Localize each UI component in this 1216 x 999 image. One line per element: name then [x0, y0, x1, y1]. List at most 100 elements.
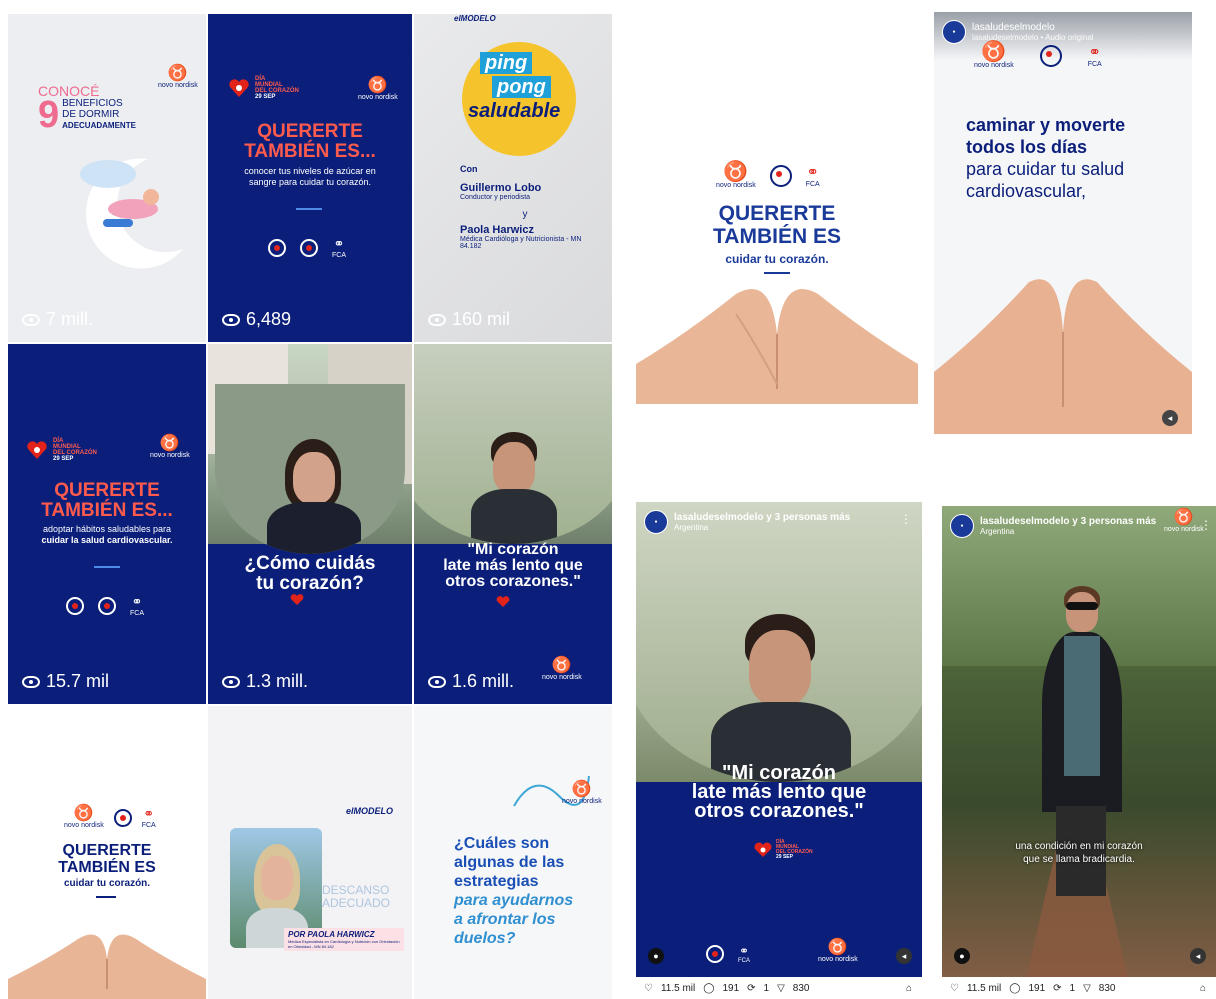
- story-location[interactable]: Argentina: [980, 527, 1156, 536]
- subtitle: adoptar hábitos saludables para cuidar l…: [41, 524, 173, 545]
- share-icon[interactable]: ▽: [777, 983, 785, 994]
- heading-number: 9: [38, 94, 60, 136]
- dia-mundial-badge: DÍA MUNDIAL DEL CORAZÓN 29 SEP: [26, 438, 97, 462]
- eye-icon: [428, 675, 446, 688]
- partner-logo-icon: [113, 808, 132, 827]
- view-count: 15.7 mil: [22, 671, 109, 692]
- quote: "Mi corazón late más lento que otros coraz…: [443, 541, 583, 590]
- comment-icon[interactable]: ◯: [1009, 983, 1020, 994]
- heart-icon: [290, 594, 304, 605]
- save-icon[interactable]: ⌂: [1200, 983, 1206, 994]
- view-count: 160 mil: [428, 309, 510, 330]
- grid-tile-sleep-benefits[interactable]: CONOCÉ 9 BENEFICIOS DE DORMIR ADECUADAME…: [8, 14, 206, 342]
- ping-pong-title: ping pong saludable: [468, 52, 561, 122]
- dia-mundial-badge: DÍA MUNDIAL DEL CORAZÓN 29 SEP: [228, 76, 299, 100]
- more-options-icon[interactable]: ⋮: [900, 512, 912, 526]
- avatar[interactable]: ●: [950, 514, 974, 538]
- man-portrait-photo: [414, 344, 612, 544]
- eye-icon: [222, 675, 240, 688]
- novo-nordisk-logo: ♉ novo nordisk: [542, 657, 582, 682]
- user-tag-icon[interactable]: ●: [648, 948, 664, 964]
- partner-logos: ♉ novo nordisk ⚭ FCA: [64, 805, 156, 830]
- author-card: POR PAOLA HARWICZ Médica Especialista en…: [284, 928, 404, 951]
- volume-icon[interactable]: ◂: [1162, 410, 1178, 426]
- partner-logos: ♉ novo nordisk ⚭ FCA: [716, 161, 820, 189]
- guests: Con Guillermo Lobo Conductor y periodist…: [460, 164, 582, 250]
- partner-logo-icon: [66, 596, 84, 615]
- partner-logo-icon: [98, 596, 116, 615]
- story-username[interactable]: lasaludeselmodelo y 3 personas más: [674, 512, 850, 523]
- question: ¿Cuáles son algunas de las estrategias par…: [454, 835, 574, 947]
- partner-logos: ♉ novo nordisk ⚭ FCA: [974, 41, 1102, 69]
- novo-nordisk-logo: ♉ novo nordisk: [150, 435, 190, 460]
- volume-icon[interactable]: ◂: [1190, 948, 1206, 964]
- eye-icon: [22, 675, 40, 688]
- volume-icon[interactable]: ◂: [896, 948, 912, 964]
- avatar[interactable]: ●: [644, 510, 668, 534]
- el-modelo-logo: elMODELO: [346, 806, 394, 816]
- novo-nordisk-logo: ♉ novo nordisk: [1164, 509, 1204, 534]
- save-icon[interactable]: ⌂: [906, 983, 912, 994]
- heart-icon: [754, 842, 772, 857]
- story-action-bar: ♡ 11.5 mil ◯ 191 ⟳ 1 ▽ 830 ⌂: [636, 977, 922, 999]
- question: ¿Cómo cuidás tu corazón?: [244, 553, 376, 594]
- tile-heading: CONOCÉ 9 BENEFICIOS DE DORMIR ADECUADAME…: [38, 84, 136, 136]
- repost-icon[interactable]: ⟳: [1053, 983, 1061, 994]
- partner-logo-icon: [300, 238, 318, 257]
- story-username[interactable]: lasaludeselmodelo: [972, 22, 1094, 33]
- view-count: 1.6 mill.: [428, 671, 514, 692]
- el-modelo-logo: elMODELO: [454, 14, 496, 23]
- subtitle: conocer tus niveles de azúcar en sangre …: [244, 166, 376, 187]
- like-icon[interactable]: ♡: [644, 983, 653, 994]
- more-options-icon[interactable]: ⋮: [1200, 518, 1212, 532]
- sleeping-girl-moon-illustration: [80, 158, 183, 269]
- title: QUERERTE TAMBIÉN ES...: [41, 480, 173, 521]
- user-tag-icon[interactable]: ●: [954, 948, 970, 964]
- quote: "Mi corazón late más lento que otros coraz…: [691, 762, 867, 822]
- repost-icon[interactable]: ⟳: [747, 983, 755, 994]
- share-icon[interactable]: ▽: [1083, 983, 1091, 994]
- view-count: 1.3 mill.: [222, 671, 308, 692]
- title: DESCANSO ADECUADO: [322, 883, 391, 910]
- avatar[interactable]: ●: [942, 20, 966, 44]
- partner-logos: ⚭ FCA: [706, 944, 750, 964]
- story-username[interactable]: lasaludeselmodelo y 3 personas más: [980, 516, 1156, 527]
- grid-tile-duelos[interactable]: ♉ novo nordisk ¿Cuáles son algunas de las e…: [414, 706, 612, 999]
- comment-icon[interactable]: ◯: [703, 983, 714, 994]
- grid-tile-cuidar-corazon[interactable]: ♉ novo nordisk ⚭ FCA QUERERTE TAMBIÉN ES cu…: [8, 706, 206, 999]
- novo-nordisk-logo: ♉ novo nordisk: [818, 939, 858, 964]
- grid-tile-como-cuidas[interactable]: ¿Cómo cuidás tu corazón? 1.3 mill.: [208, 344, 412, 704]
- story-bradicardia[interactable]: ● lasaludeselmodelo y 3 personas más Arg…: [942, 506, 1216, 999]
- story-querete-cuidar[interactable]: ♉ novo nordisk ⚭ FCA QUERERTE TAMBIÉN ES cu…: [636, 14, 918, 404]
- partner-logo-icon: [706, 945, 724, 963]
- partner-logo-icon: [268, 238, 286, 257]
- like-icon[interactable]: ♡: [950, 983, 959, 994]
- man-walking-photo: [1042, 576, 1122, 896]
- video-caption: una condición en mi corazón que se llama …: [1015, 841, 1143, 865]
- grid-tile-mi-corazon[interactable]: "Mi corazón late más lento que otros coraz…: [414, 344, 612, 704]
- heart-icon: [229, 79, 249, 97]
- grid-tile-querete-azucar[interactable]: DÍA MUNDIAL DEL CORAZÓN 29 SEP ♉ novo nordis…: [208, 14, 412, 342]
- story-mi-corazon[interactable]: ● lasaludeselmodelo y 3 personas más Arg…: [636, 502, 922, 999]
- woman-portrait-photo: [215, 384, 405, 554]
- divider: [96, 896, 116, 898]
- subtitle: cuidar tu corazón.: [63, 878, 151, 889]
- partner-logos: ⚭ FCA: [66, 594, 144, 617]
- heart-icon: [496, 596, 510, 607]
- story-header: ● lasaludeselmodelo lasaludeselmodelo • …: [942, 20, 1094, 44]
- partner-logo-icon: [769, 164, 792, 187]
- heart-hands-image: [636, 289, 918, 404]
- grid-tile-ping-pong[interactable]: elMODELO ping pong saludable Con Guiller…: [414, 14, 612, 342]
- story-caminar[interactable]: ● lasaludeselmodelo lasaludeselmodelo • …: [934, 12, 1192, 434]
- story-location[interactable]: Argentina: [674, 523, 850, 532]
- eye-icon: [22, 313, 40, 326]
- grid-tile-querete-habitos[interactable]: DÍA MUNDIAL DEL CORAZÓN 29 SEP ♉ novo nordis…: [8, 344, 206, 704]
- view-count: 7 mill.: [22, 309, 93, 330]
- novo-nordisk-logo: ♉ novo nordisk: [562, 781, 602, 806]
- heart-hands-image: [8, 934, 206, 999]
- title: QUERERTE TAMBIÉN ES: [713, 202, 841, 248]
- grid-tile-descanso-adecuado[interactable]: elMODELO DESCANSO ADECUADO POR PAOLA HARW…: [208, 706, 412, 999]
- heart-hands-image: [934, 279, 1192, 434]
- partner-logos: ⚭ FCA: [268, 236, 346, 259]
- divider: [94, 566, 120, 568]
